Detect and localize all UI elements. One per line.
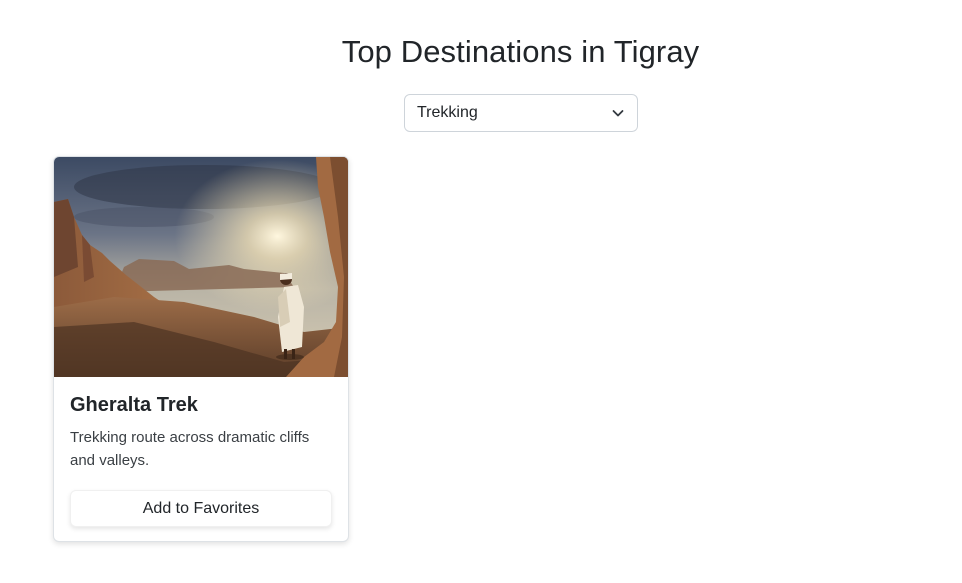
page-title: Top Destinations in Tigray: [341, 34, 700, 69]
add-to-favorites-button[interactable]: Add to Favorites: [70, 490, 332, 527]
chevron-down-icon: [611, 106, 625, 120]
destination-card: Gheralta Trek Trekking route across dram…: [53, 156, 349, 542]
destination-description: Trekking route across dramatic cliffs an…: [70, 429, 310, 469]
destination-title: Gheralta Trek: [70, 394, 198, 416]
category-filter-select[interactable]: Trekking: [404, 94, 638, 132]
card-body: Gheralta Trek Trekking route across dram…: [54, 377, 348, 541]
destination-image: [54, 157, 348, 377]
category-filter-value: Trekking: [417, 104, 478, 121]
page: Top Destinations in Tigray Trekking Gher…: [0, 0, 962, 583]
